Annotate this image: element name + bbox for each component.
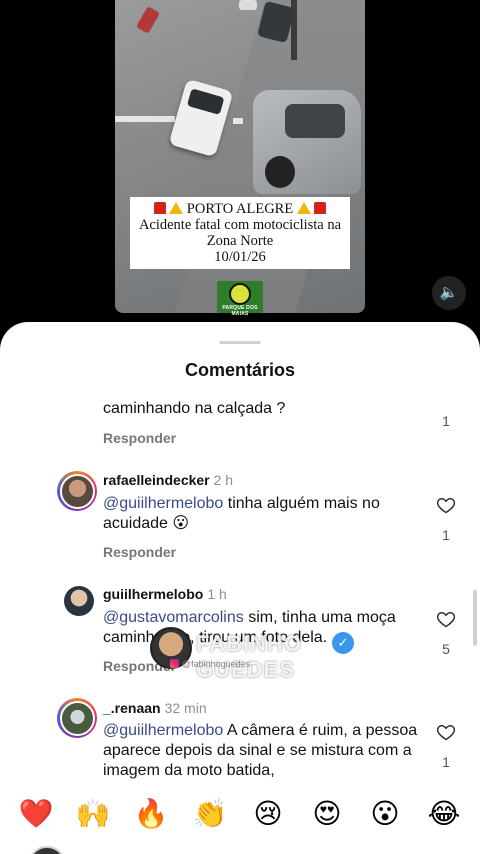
mention-link[interactable]: @guiilhermelobo [103, 722, 223, 739]
emoji-heart-eyes-button[interactable]: 😍 [307, 794, 347, 834]
clock-icon [229, 283, 251, 305]
road-marking [233, 118, 243, 124]
creator-watermark: FABINHO GUEDES ✓ @fabinhoguedes [150, 627, 370, 682]
mute-button[interactable]: 🔈 [432, 276, 466, 310]
avatar[interactable] [64, 586, 94, 616]
heart-icon[interactable] [436, 609, 456, 629]
distant-car [239, 0, 257, 10]
like-count: 1 [442, 413, 450, 429]
silver-suv [253, 90, 361, 194]
timestamp: 2 h [213, 472, 234, 488]
reply-button[interactable]: Responder [103, 544, 176, 560]
caption-title: PORTO ALEGRE [130, 201, 350, 217]
watermark-handle: @fabinhoguedes [170, 659, 250, 669]
caption-line: Acidente fatal com motociclista na [138, 217, 342, 233]
emoji-raised-hands-button[interactable]: 🙌 [73, 794, 113, 834]
comment-text: caminhando na calçada ? [103, 400, 286, 417]
avatar[interactable] [57, 698, 97, 738]
reply-button[interactable]: Responder [103, 430, 176, 446]
heart-icon[interactable] [436, 722, 456, 742]
drag-handle[interactable] [219, 341, 261, 344]
speaker-icon: 🔈 [439, 284, 459, 301]
like-count: 1 [442, 754, 450, 770]
channel-logo: PARQUE DOS MAIAS [217, 281, 263, 317]
username[interactable]: rafaelleindecker [103, 472, 210, 488]
comment-text: @guiilhermelobo A câmera é ruim, a pesso… [103, 722, 418, 779]
warning-icon [296, 202, 311, 214]
emoji-surprised-button[interactable]: 😮 [365, 794, 405, 834]
comment-input-area [0, 838, 480, 854]
caption-line: Zona Norte [206, 233, 274, 249]
avatar[interactable] [57, 471, 97, 511]
siren-icon [153, 202, 166, 214]
scrollbar[interactable] [473, 590, 477, 646]
verified-icon: ✓ [332, 632, 354, 654]
instagram-icon [170, 659, 179, 668]
like-count: 1 [442, 527, 450, 543]
video-caption: PORTO ALEGRE Acidente fatal com motocicl… [130, 197, 350, 269]
emoji-fire-button[interactable]: 🔥 [131, 794, 171, 834]
timestamp: 32 min [164, 700, 207, 716]
sheet-title: Comentários [184, 360, 296, 380]
emoji-reaction-bar: ❤️ 🙌 🔥 👏 😢 😍 😮 😂 [0, 794, 480, 838]
mention-link[interactable]: @guiilhermelobo [103, 495, 223, 512]
road-marking [115, 116, 175, 122]
emoji-heart-button[interactable]: ❤️ [16, 794, 56, 834]
emoji-clapping-button[interactable]: 👏 [190, 794, 230, 834]
comment-text: @guiilhermelobo tinha alguém mais no acu… [103, 495, 380, 532]
like-count: 5 [442, 641, 450, 657]
heart-icon[interactable] [436, 495, 456, 515]
username[interactable]: guiilhermelobo [103, 586, 203, 602]
caption-date: 10/01/26 [214, 249, 266, 265]
username[interactable]: _.renaan [103, 700, 161, 716]
warning-icon [169, 202, 184, 214]
parked-car [135, 6, 161, 34]
utility-pole [291, 0, 297, 60]
emoji-laughing-button[interactable]: 😂 [424, 794, 464, 834]
timestamp: 1 h [207, 586, 227, 602]
emoji-crying-button[interactable]: 😢 [248, 794, 288, 834]
mention-link[interactable]: @gustavomarcolins [103, 609, 244, 626]
siren-icon [314, 202, 327, 214]
